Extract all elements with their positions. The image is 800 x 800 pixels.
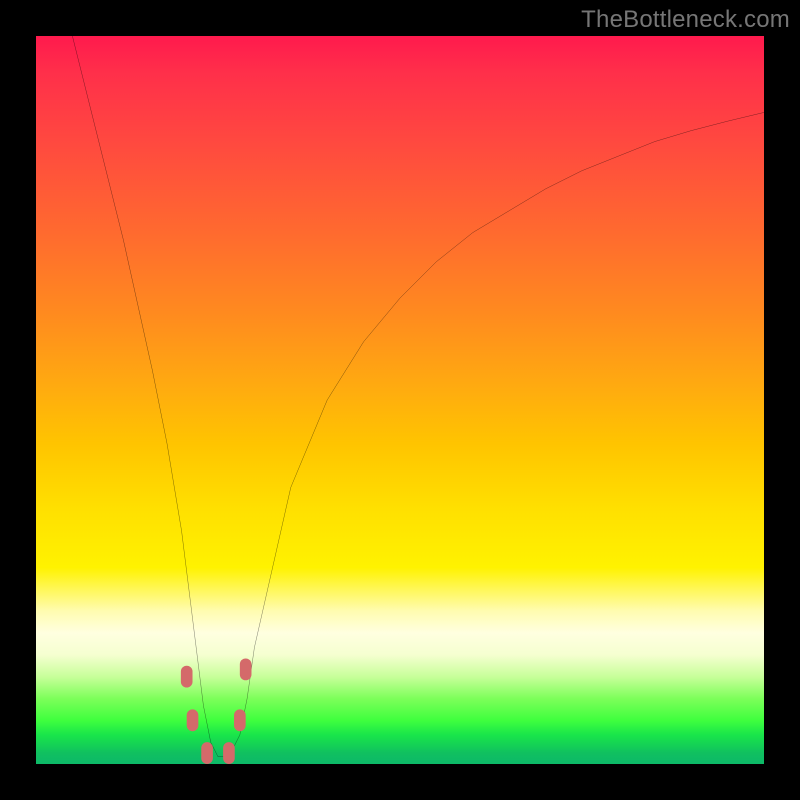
curve-svg xyxy=(36,36,764,764)
bottleneck-curve xyxy=(72,36,764,757)
marker-0 xyxy=(181,666,193,688)
marker-1 xyxy=(187,709,199,731)
marker-4 xyxy=(234,709,246,731)
plot-area xyxy=(36,36,764,764)
marker-2 xyxy=(201,742,213,764)
chart-frame: TheBottleneck.com xyxy=(0,0,800,800)
marker-5 xyxy=(240,658,252,680)
marker-3 xyxy=(223,742,235,764)
watermark-text: TheBottleneck.com xyxy=(581,6,790,34)
curve-markers xyxy=(181,658,252,764)
